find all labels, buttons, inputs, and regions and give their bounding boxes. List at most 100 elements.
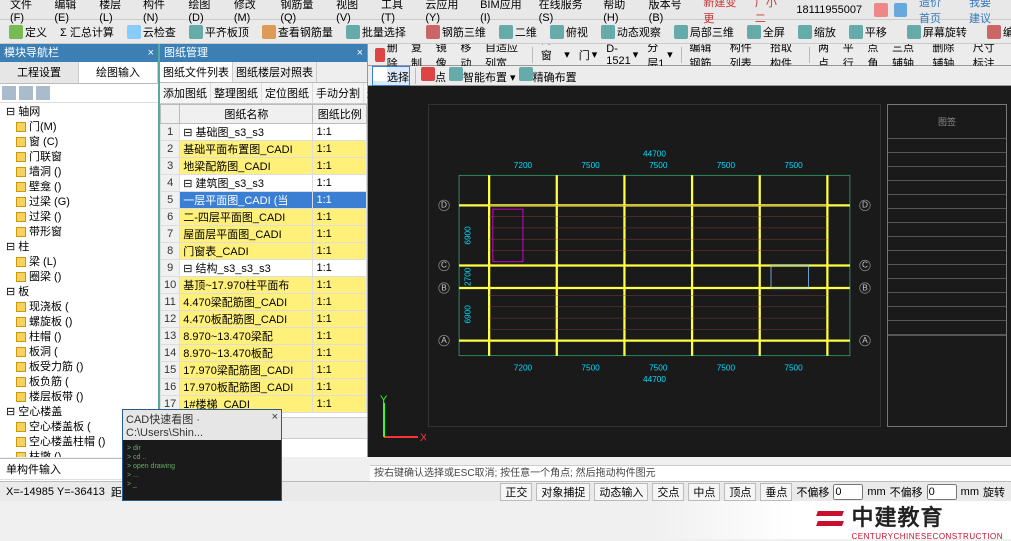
drawing-row[interactable]: 13 8.970~13.470梁配1:1 (161, 328, 367, 345)
menu-bim[interactable]: BIM应用(I) (474, 0, 533, 24)
tool-sum[interactable]: Σ 汇总计算 (55, 22, 119, 42)
tool-batch-select[interactable]: 批量选择 (341, 22, 411, 42)
tool-rebar-qty[interactable]: 查看钢筋量 (257, 22, 338, 42)
menu-draw[interactable]: 绘图(D) (182, 0, 227, 24)
tool-fullscreen[interactable]: 全屏 (742, 22, 790, 42)
ctb2-precise[interactable]: 精确布置 (519, 67, 577, 85)
task-preview-close-icon[interactable]: × (272, 411, 278, 439)
drawing-row[interactable]: 7 屋面层平面图_CADI1:1 (161, 226, 367, 243)
offset-a-input[interactable] (833, 484, 863, 500)
subtab-split[interactable]: 手动分割 (313, 83, 364, 103)
tool-local-3d[interactable]: 局部三维 (669, 22, 739, 42)
tree-node[interactable]: 窗 (C) (2, 135, 156, 150)
tool-rotate[interactable]: 屏幕旋转 (902, 22, 972, 42)
menu-rebar[interactable]: 钢筋量(Q) (274, 0, 330, 24)
ctb-door[interactable]: 门 ▾ (576, 46, 601, 64)
subtab-locate[interactable]: 定位图纸 (262, 83, 313, 103)
tab-drawing-map[interactable]: 图纸楼层对照表 (233, 62, 317, 82)
tree-node[interactable]: 螺旋板 () (2, 315, 156, 330)
drawing-row[interactable]: 15 17.970梁配筋图_CADI1:1 (161, 362, 367, 379)
tree-collapse-icon[interactable] (19, 86, 33, 100)
subtab-sort[interactable]: 整理图纸 (211, 83, 262, 103)
drawing-row[interactable]: 8 门窗表_CADI1:1 (161, 243, 367, 260)
tree-node[interactable]: 带形窗 (2, 225, 156, 240)
drawing-row[interactable]: 3 地梁配筋图_CADI1:1 (161, 158, 367, 175)
ctb2-point[interactable]: 点 (421, 67, 446, 85)
drawing-row[interactable]: 11 4.470梁配筋图_CADI1:1 (161, 294, 367, 311)
drawing-canvas[interactable]: 删除 复制 镜像 移动 自适应列宽 门窗洞 ▾ 门 ▾ D-1521 ▾ 分层1… (368, 44, 1011, 457)
tree-node[interactable]: 楼层板带 () (2, 390, 156, 405)
snap-end[interactable]: 顶点 (724, 483, 756, 501)
drawing-row[interactable]: 2 基础平面布置图_CADI1:1 (161, 141, 367, 158)
drawing-close-icon[interactable]: × (357, 44, 363, 62)
menu-cloud[interactable]: 云应用(Y) (419, 0, 474, 24)
tool-top-view[interactable]: 俯视 (545, 22, 593, 42)
menu-view[interactable]: 视图(V) (330, 0, 375, 24)
ctb2-smart[interactable]: 智能布置 ▾ (449, 67, 516, 85)
subtab-add[interactable]: 添加图纸 (160, 83, 211, 103)
ctb-door-code[interactable]: D-1521 ▾ (603, 44, 641, 68)
snap-ortho[interactable]: 正交 (500, 483, 532, 501)
drawing-row[interactable]: 14 8.970~13.470板配1:1 (161, 345, 367, 362)
tree-node[interactable]: 圈梁 () (2, 270, 156, 285)
menu-online[interactable]: 在线服务(S) (533, 0, 598, 24)
drawing-row[interactable]: 16 17.970板配筋图_CADI1:1 (161, 379, 367, 396)
tool-orbit[interactable]: 动态观察 (596, 22, 666, 42)
menu-help[interactable]: 帮助(H) (597, 0, 642, 24)
panel-close-icon[interactable]: × (148, 44, 154, 62)
drawing-row[interactable]: 9⊟ 结构_s3_s3_s31:1 (161, 260, 367, 277)
tree-node[interactable]: 过梁 () (2, 210, 156, 225)
tree-node[interactable]: 梁 (L) (2, 255, 156, 270)
snap-mid[interactable]: 中点 (688, 483, 720, 501)
snap-perp[interactable]: 垂点 (760, 483, 792, 501)
tree-node[interactable]: 板负筋 ( (2, 375, 156, 390)
floor-plan[interactable]: DC BA DC BA 72007500 75007500 750044700 … (428, 104, 881, 427)
tree-node[interactable]: ⊟ 板 (2, 285, 156, 300)
snap-osnap[interactable]: 对象捕捉 (536, 483, 590, 501)
tree-expand-icon[interactable] (2, 86, 16, 100)
menu-version[interactable]: 版本号(B) (643, 0, 698, 24)
bell-icon[interactable] (874, 3, 887, 17)
tree-node[interactable]: 墙洞 () (2, 165, 156, 180)
drawing-row[interactable]: 6 二-四层平面图_CADI1:1 (161, 209, 367, 226)
menu-tools[interactable]: 工具(T) (375, 0, 419, 24)
drawing-row[interactable]: 12 4.470板配筋图_CADI1:1 (161, 311, 367, 328)
component-tree[interactable]: ⊟ 轴网门(M)窗 (C)门联窗墙洞 ()壁龛 ()过梁 (G)过梁 ()带形窗… (0, 103, 158, 457)
tree-node[interactable]: 现浇板 ( (2, 300, 156, 315)
tree-node[interactable]: 壁龛 () (2, 180, 156, 195)
drawing-row[interactable]: 5 一层平面图_CADI (当1:1 (161, 192, 367, 209)
print-icon[interactable] (894, 3, 907, 17)
offset-b-input[interactable] (927, 484, 957, 500)
tree-node[interactable]: 门(M) (2, 120, 156, 135)
tool-rebar-3d[interactable]: 钢筋三维 (421, 22, 491, 42)
tree-node[interactable]: 板洞 ( (2, 345, 156, 360)
command-line[interactable]: 按右键确认选择或ESC取消; 按任意一个角点; 然后拖动构件图元 (370, 465, 1011, 481)
snap-dyn[interactable]: 动态输入 (594, 483, 648, 501)
menu-modify[interactable]: 修改(M) (228, 0, 275, 24)
drawing-grid[interactable]: 图纸名称 图纸比例 1⊟ 基础图_s3_s31:12 基础平面布置图_CADI1… (160, 104, 367, 413)
tree-node[interactable]: 门联窗 (2, 150, 156, 165)
tool-slab-top[interactable]: 平齐板顶 (184, 22, 254, 42)
ctb2-select[interactable]: 选择 (372, 66, 410, 86)
tab-draw-input[interactable]: 绘图输入 (79, 62, 158, 83)
tool-edit-rebar[interactable]: 编辑钢筋 (982, 22, 1011, 42)
tool-2d[interactable]: 二维 (494, 22, 542, 42)
tool-pan[interactable]: 平移 (844, 22, 892, 42)
tree-node[interactable]: ⊟ 轴网 (2, 105, 156, 120)
tab-drawing-list[interactable]: 图纸文件列表 (160, 62, 233, 82)
tool-define[interactable]: 定义 (4, 22, 52, 42)
tool-cloud-check[interactable]: 云检查 (122, 22, 181, 42)
snap-int[interactable]: 交点 (652, 483, 684, 501)
tree-node[interactable]: 柱帽 () (2, 330, 156, 345)
drawing-row[interactable]: 1⊟ 基础图_s3_s31:1 (161, 124, 367, 141)
tool-zoom[interactable]: 缩放 (793, 22, 841, 42)
taskbar-preview[interactable]: CAD快速看图 · C:\Users\Shin... × > dir> cd .… (122, 409, 282, 501)
drawing-row[interactable]: 10 基顶~17.970柱平面布1:1 (161, 277, 367, 294)
tab-project[interactable]: 工程设置 (0, 62, 79, 83)
tree-node[interactable]: 板受力筋 () (2, 360, 156, 375)
tree-opt-icon[interactable] (36, 86, 50, 100)
menu-edit[interactable]: 编辑(E) (48, 0, 93, 24)
menu-floor[interactable]: 楼层(L) (93, 0, 137, 24)
menu-file[interactable]: 文件(F) (4, 0, 48, 24)
tree-node[interactable]: 过梁 (G) (2, 195, 156, 210)
